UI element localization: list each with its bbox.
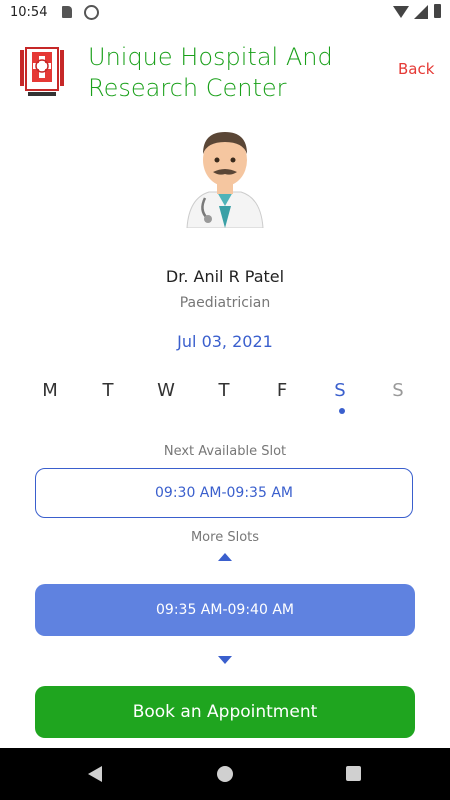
do-not-disturb-icon [84,5,99,20]
selected-day-indicator [339,408,345,414]
chevron-down-icon[interactable] [218,656,232,664]
doctor-avatar [186,132,264,228]
signal-icon [414,5,428,19]
next-available-slot-button[interactable]: 09:30 AM-09:35 AM [35,468,413,518]
next-available-slot-label: Next Available Slot [163,444,287,459]
selected-date[interactable]: Jul 03, 2021 [0,332,450,351]
hospital-logo-icon [20,47,64,96]
day-wednesday[interactable]: W [138,380,194,401]
nav-recents-icon[interactable] [346,766,361,781]
day-tuesday[interactable]: T [80,380,136,401]
battery-icon [434,4,441,18]
day-friday[interactable]: F [254,380,310,401]
doctor-specialization: Paediatrician [179,295,271,311]
week-day-selector: M T W T F S S [22,380,428,420]
wifi-icon [393,6,409,18]
back-button[interactable]: Back [398,60,434,78]
book-appointment-button[interactable]: Book an Appointment [35,686,415,738]
chevron-up-icon[interactable] [218,553,232,561]
hospital-name: Unique Hospital And Research Center [88,43,333,102]
nav-back-icon[interactable] [88,766,102,782]
more-slots-label: More Slots [190,530,260,545]
sd-card-icon [62,6,72,18]
app-header: Unique Hospital And Research Center Back [0,36,450,116]
status-time: 10:54 [10,5,48,20]
status-bar: 10:54 [0,0,450,26]
nav-home-icon[interactable] [217,766,233,782]
day-monday[interactable]: M [22,380,78,401]
day-saturday[interactable]: S [312,380,368,401]
day-thursday[interactable]: T [196,380,252,401]
day-sunday[interactable]: S [370,380,426,401]
doctor-name: Dr. Anil R Patel [165,267,285,286]
system-navigation-bar [0,748,450,800]
selected-slot-button[interactable]: 09:35 AM-09:40 AM [35,584,415,636]
